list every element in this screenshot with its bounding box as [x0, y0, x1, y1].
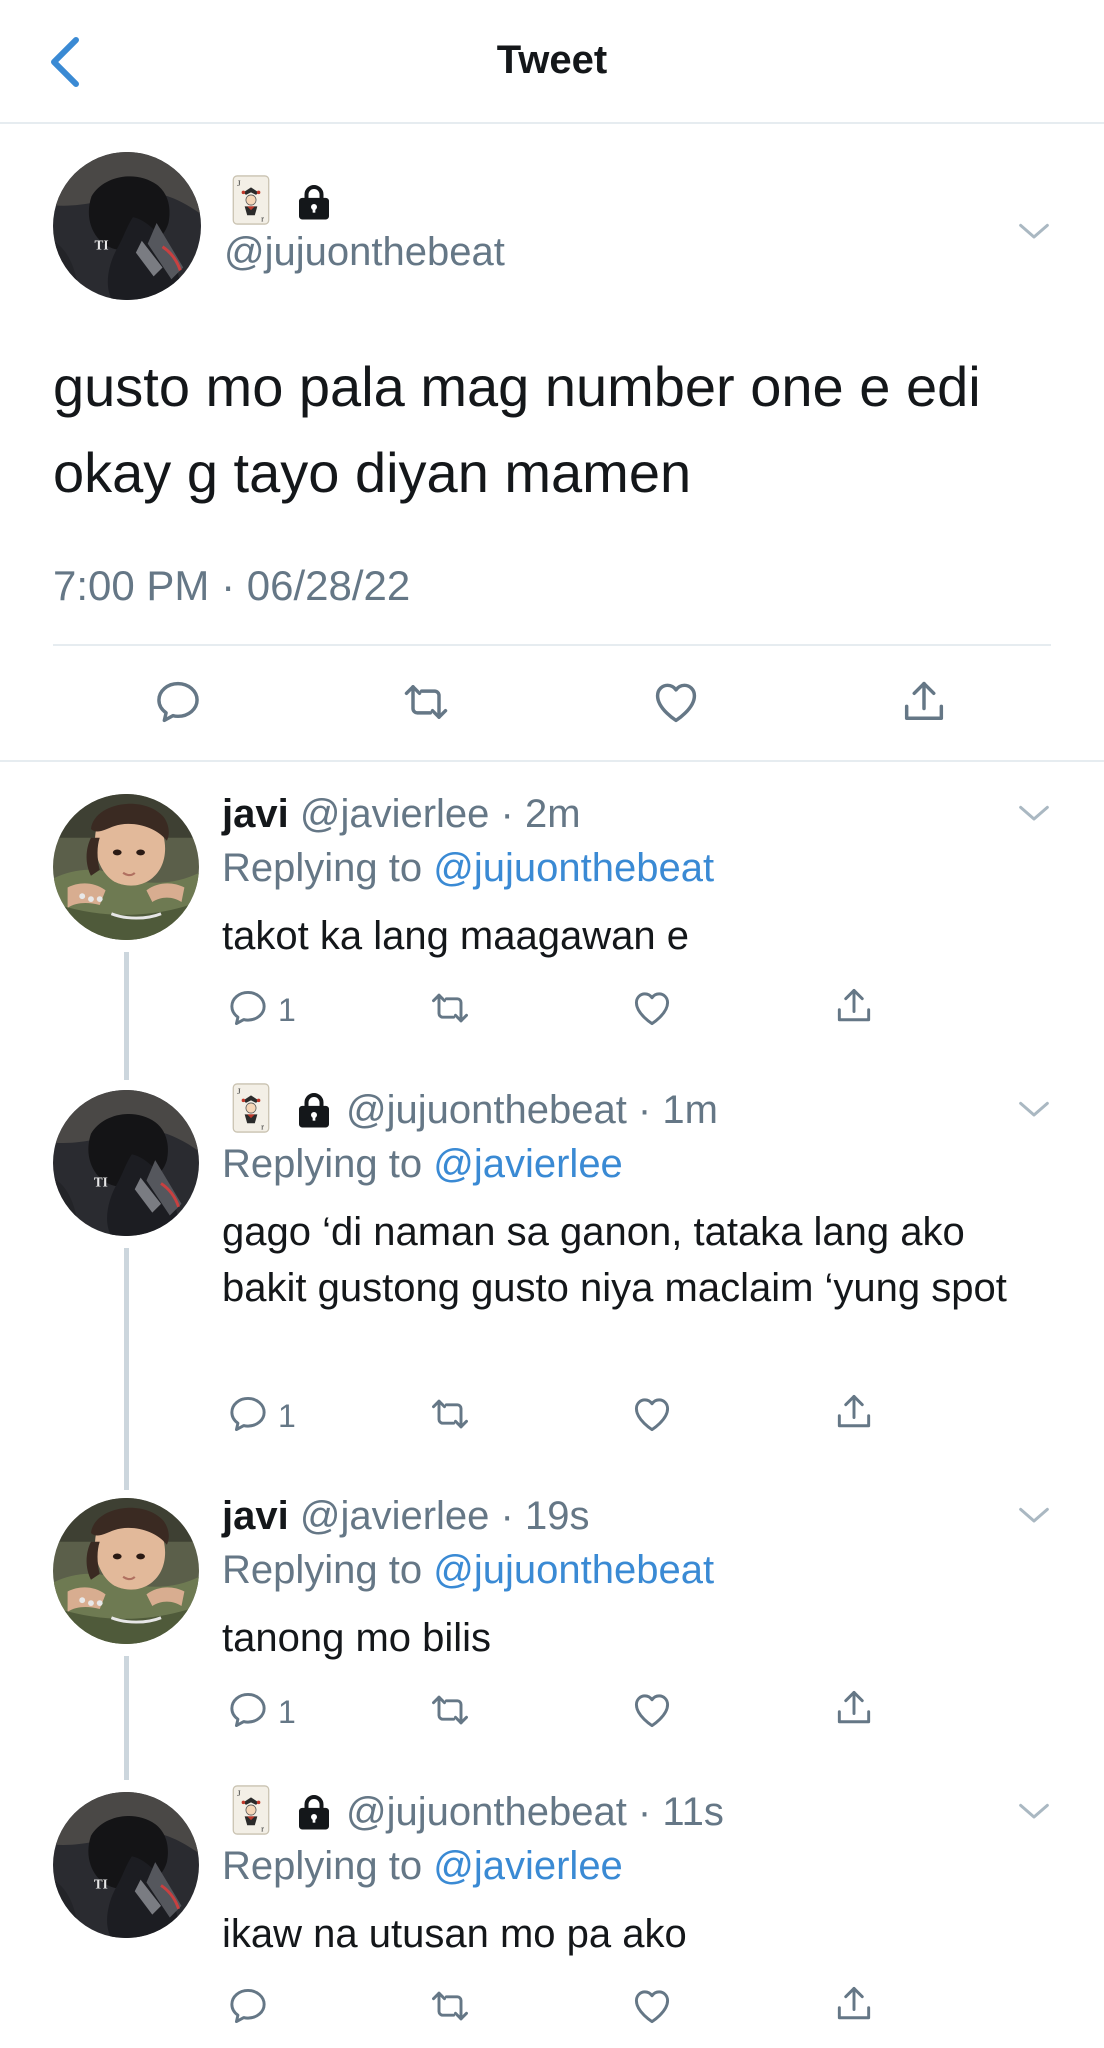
divider	[0, 760, 1104, 762]
reply-text: takot ka lang maagawan e	[222, 914, 689, 958]
retweet-icon[interactable]	[428, 986, 472, 1030]
mention-link[interactable]: @javierlee	[433, 1844, 623, 1888]
author-handle-time: @javierlee · 19s	[299, 1494, 590, 1538]
reply-icon[interactable]	[226, 986, 270, 1030]
avatar[interactable]	[53, 794, 199, 940]
page-title: Tweet	[496, 38, 608, 82]
thread-line	[124, 952, 129, 1080]
avatar[interactable]	[53, 1090, 199, 1236]
reply-text: ikaw na utusan mo pa ako	[222, 1912, 687, 1956]
reply-icon[interactable]	[226, 1688, 270, 1732]
reply-count: 1	[278, 992, 296, 1028]
like-icon[interactable]	[650, 676, 702, 728]
chevron-down-icon[interactable]	[1014, 794, 1054, 834]
tweet-author-handle[interactable]: @jujuonthebeat	[224, 230, 505, 275]
share-icon[interactable]	[832, 1686, 876, 1730]
divider	[53, 644, 1051, 646]
reply-text: tanong mo bilis	[222, 1616, 492, 1660]
chevron-down-icon[interactable]	[1014, 1792, 1054, 1832]
reply-header: @jujuonthebeat · 1m	[346, 1088, 718, 1133]
thread-line	[124, 1248, 129, 1490]
reply-header: javi @javierlee · 19s	[222, 1494, 589, 1539]
retweet-icon[interactable]	[428, 1392, 472, 1436]
like-icon[interactable]	[630, 986, 674, 1030]
reply-icon[interactable]	[226, 1392, 270, 1436]
author-name[interactable]: javi	[222, 1494, 289, 1538]
author-handle-time: @jujuonthebeat · 1m	[346, 1088, 718, 1132]
thread-line	[124, 1656, 129, 1780]
reply-header: @jujuonthebeat · 11s	[346, 1790, 724, 1835]
avatar[interactable]	[53, 1792, 199, 1938]
lock-icon	[294, 1792, 334, 1832]
reply-count: 1	[278, 1398, 296, 1434]
tweet-timestamp: 7:00 PM · 06/28/22	[53, 562, 411, 609]
replying-to: Replying to @jujuonthebeat	[222, 846, 715, 890]
like-icon[interactable]	[630, 1392, 674, 1436]
retweet-icon[interactable]	[428, 1688, 472, 1732]
lock-icon	[294, 1090, 334, 1130]
mention-link[interactable]: @jujuonthebeat	[433, 846, 714, 890]
joker-card-emoji-icon	[232, 1082, 270, 1134]
retweet-icon[interactable]	[428, 1984, 472, 2028]
replying-to: Replying to @javierlee	[222, 1844, 623, 1888]
tweet-text: gusto mo pala mag number one e edi okay …	[53, 355, 981, 504]
share-icon[interactable]	[832, 984, 876, 1028]
retweet-icon[interactable]	[400, 676, 452, 728]
reply-text: gago ‘di naman sa ganon, tataka lang ako…	[222, 1210, 1007, 1310]
replying-to: Replying to @jujuonthebeat	[222, 1548, 715, 1592]
avatar[interactable]	[53, 1498, 199, 1644]
like-icon[interactable]	[630, 1984, 674, 2028]
share-icon[interactable]	[832, 1982, 876, 2026]
chevron-down-icon[interactable]	[1014, 1496, 1054, 1536]
mention-link[interactable]: @javierlee	[433, 1142, 623, 1186]
joker-card-emoji-icon	[232, 1784, 270, 1836]
lock-icon	[294, 182, 334, 222]
share-icon[interactable]	[898, 676, 950, 728]
reply-count: 1	[278, 1694, 296, 1730]
reply-header: javi @javierlee · 2m	[222, 792, 581, 837]
avatar[interactable]	[53, 152, 201, 300]
author-name[interactable]: javi	[222, 792, 289, 836]
reply-icon[interactable]	[226, 1984, 270, 2028]
replying-to: Replying to @javierlee	[222, 1142, 623, 1186]
joker-card-emoji-icon	[232, 174, 270, 226]
top-bar: Tweet	[0, 0, 1104, 124]
chevron-down-icon[interactable]	[1014, 212, 1054, 252]
like-icon[interactable]	[630, 1688, 674, 1732]
author-handle-time: @javierlee · 2m	[299, 792, 581, 836]
share-icon[interactable]	[832, 1390, 876, 1434]
mention-link[interactable]: @jujuonthebeat	[433, 1548, 714, 1592]
reply-icon[interactable]	[152, 676, 204, 728]
chevron-down-icon[interactable]	[1014, 1090, 1054, 1130]
author-handle-time: @jujuonthebeat · 11s	[346, 1790, 724, 1834]
